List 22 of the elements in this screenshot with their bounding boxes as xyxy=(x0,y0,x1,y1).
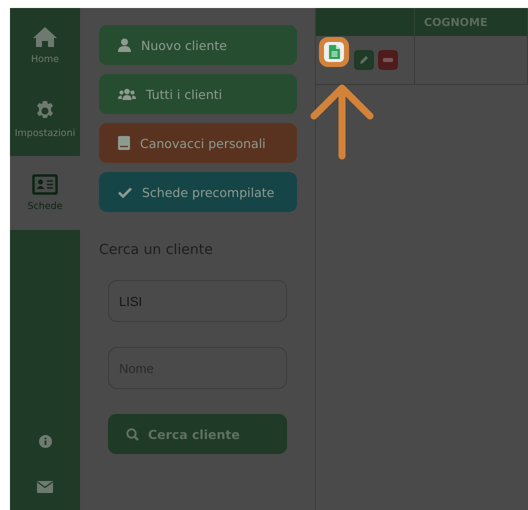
check-icon xyxy=(118,186,132,198)
home-icon xyxy=(32,26,58,48)
info-icon[interactable] xyxy=(38,434,52,448)
delete-button[interactable] xyxy=(378,50,398,70)
document-icon xyxy=(328,45,340,59)
search-icon xyxy=(126,428,139,440)
sidebar-item[interactable]: Schede xyxy=(10,156,80,230)
menu-button[interactable]: Tutti i clienti xyxy=(99,74,297,114)
document-button[interactable] xyxy=(324,42,344,62)
mail-icon[interactable] xyxy=(37,481,53,493)
menu-button[interactable]: Canovacci personali xyxy=(99,123,297,163)
menu-button[interactable]: Schede precompilate xyxy=(99,172,297,212)
book-icon xyxy=(118,136,130,150)
search-button[interactable]: Cerca cliente xyxy=(108,414,287,454)
menu-button[interactable]: Nuovo cliente xyxy=(99,25,297,65)
minus-icon xyxy=(383,58,393,62)
id-card-icon xyxy=(32,174,58,195)
column-header: COGNOME xyxy=(424,16,488,28)
user-icon xyxy=(118,38,131,52)
pencil-icon xyxy=(359,55,369,65)
users-icon xyxy=(118,88,136,100)
edit-button[interactable] xyxy=(354,50,374,70)
